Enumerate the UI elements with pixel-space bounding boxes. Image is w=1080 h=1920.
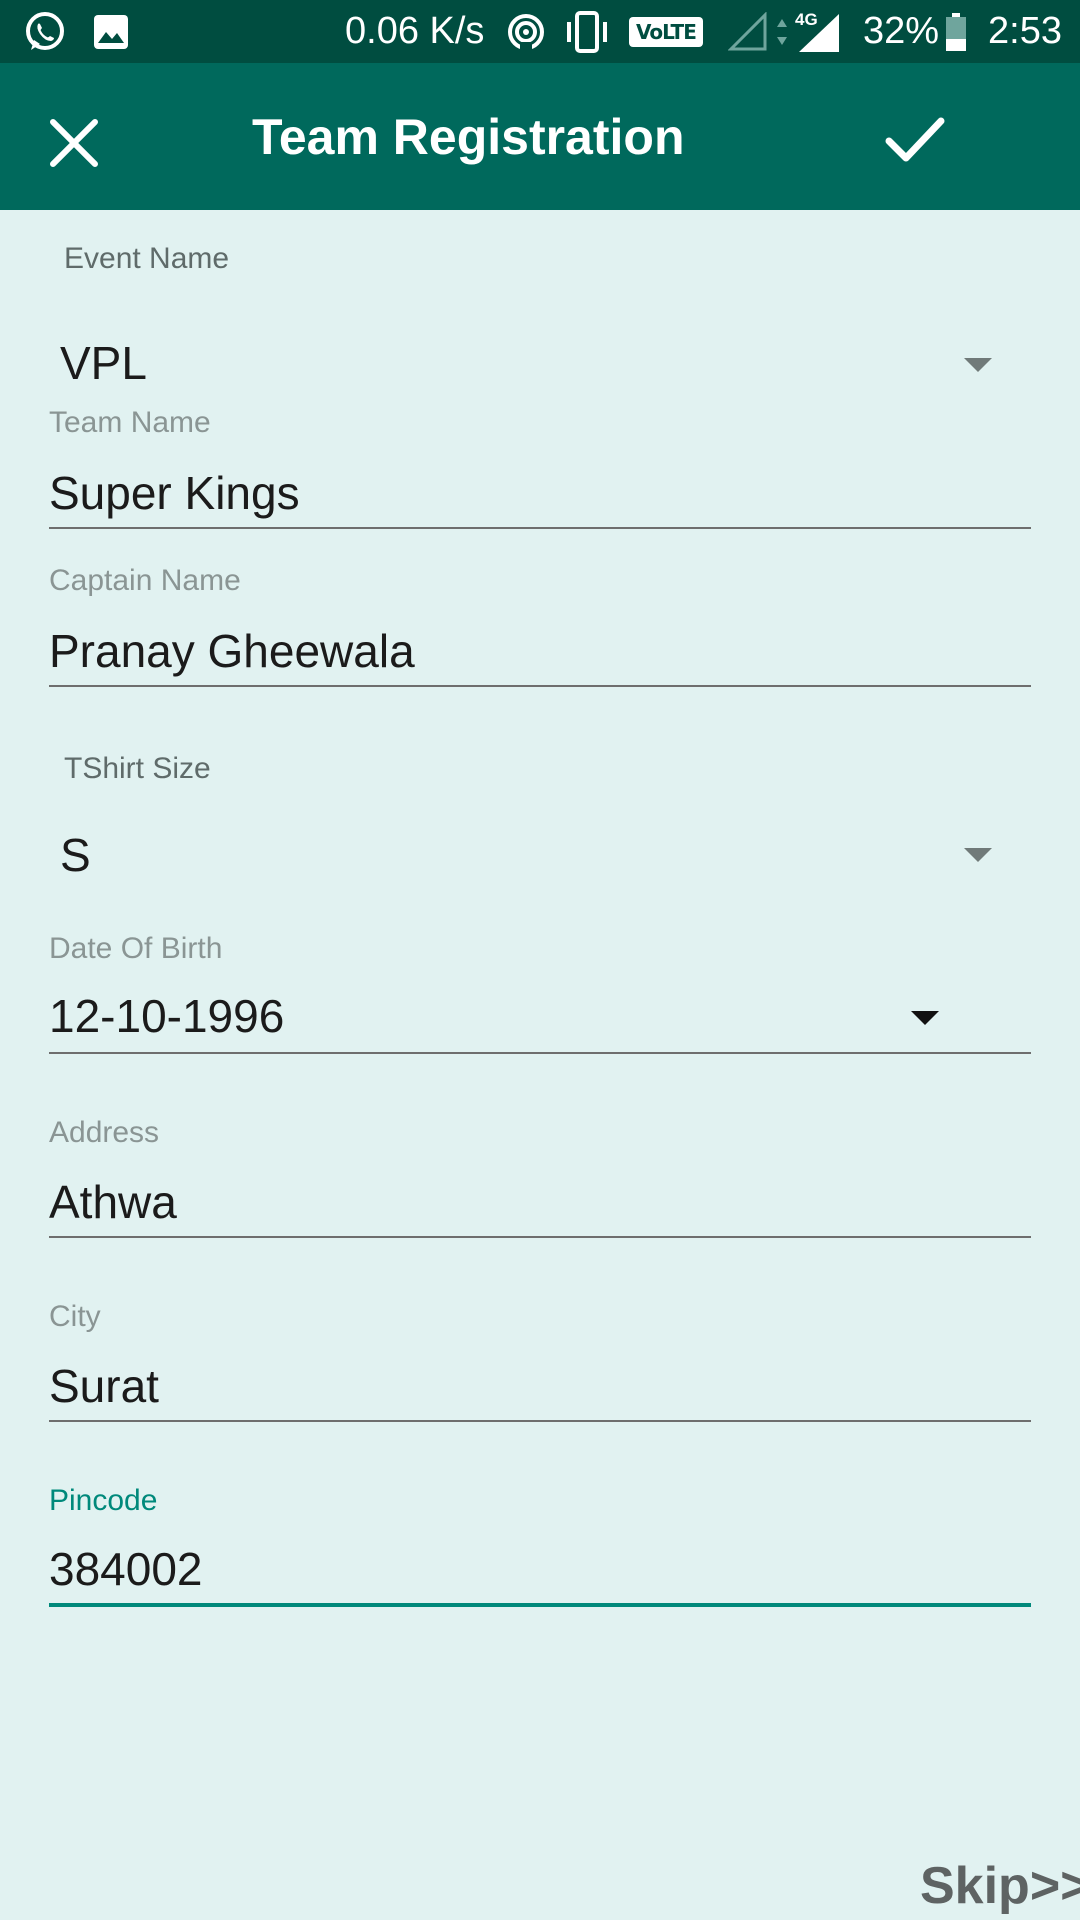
pincode-field[interactable] <box>49 1537 1031 1601</box>
captain-name-underline <box>49 685 1031 687</box>
chevron-down-icon <box>964 848 992 862</box>
team-name-label: Team Name <box>49 406 211 439</box>
event-name-value: VPL <box>60 337 147 389</box>
address-label: Address <box>49 1116 160 1149</box>
team-name-underline <box>49 527 1031 529</box>
page-title: Team Registration <box>252 108 685 165</box>
city-underline <box>49 1420 1031 1422</box>
network-speed: 0.06 K/s <box>345 10 485 52</box>
data-activity-icon <box>776 0 788 63</box>
tshirt-size-value: S <box>60 829 91 881</box>
check-icon <box>885 117 945 162</box>
date-of-birth-label: Date Of Birth <box>49 932 223 965</box>
team-name-field[interactable] <box>49 461 1031 525</box>
address-underline <box>49 1236 1031 1238</box>
signal-empty-icon <box>728 0 768 63</box>
address-field[interactable] <box>49 1170 1031 1234</box>
event-name-spinner[interactable]: VPL <box>0 318 1080 408</box>
date-of-birth-underline <box>49 1052 1031 1054</box>
whatsapp-icon <box>22 0 68 63</box>
battery-icon <box>945 0 967 63</box>
image-icon <box>92 0 130 63</box>
event-name-label: Event Name <box>64 242 230 275</box>
clock: 2:53 <box>988 10 1062 52</box>
app-toolbar: Team Registration <box>0 63 1080 210</box>
city-field[interactable] <box>49 1354 1031 1418</box>
captain-name-field[interactable] <box>49 619 1031 683</box>
date-of-birth-picker[interactable]: 12-10-1996 <box>49 983 1031 1055</box>
close-button[interactable] <box>26 95 122 191</box>
vibrate-icon <box>563 0 611 63</box>
close-icon <box>50 119 98 167</box>
date-of-birth-value: 12-10-1996 <box>49 990 285 1042</box>
signal-4g-icon: 4G <box>795 0 843 63</box>
status-bar: 0.06 K/s VoLTE 4G 32% 2:53 <box>0 0 1080 63</box>
captain-name-label: Captain Name <box>49 564 241 597</box>
save-button[interactable] <box>862 87 968 193</box>
pincode-label: Pincode <box>49 1484 158 1517</box>
tshirt-size-label: TShirt Size <box>64 752 211 785</box>
calendar-dropdown-icon <box>911 1011 939 1025</box>
city-label: City <box>49 1300 101 1333</box>
volte-badge: VoLTE <box>629 0 703 63</box>
battery-percent: 32% <box>863 10 940 52</box>
chevron-down-icon <box>964 358 992 372</box>
skip-link[interactable]: Skip>> <box>920 1856 1080 1916</box>
pincode-underline <box>49 1603 1031 1607</box>
hotspot-icon <box>506 0 546 63</box>
tshirt-size-spinner[interactable]: S <box>0 810 1080 900</box>
